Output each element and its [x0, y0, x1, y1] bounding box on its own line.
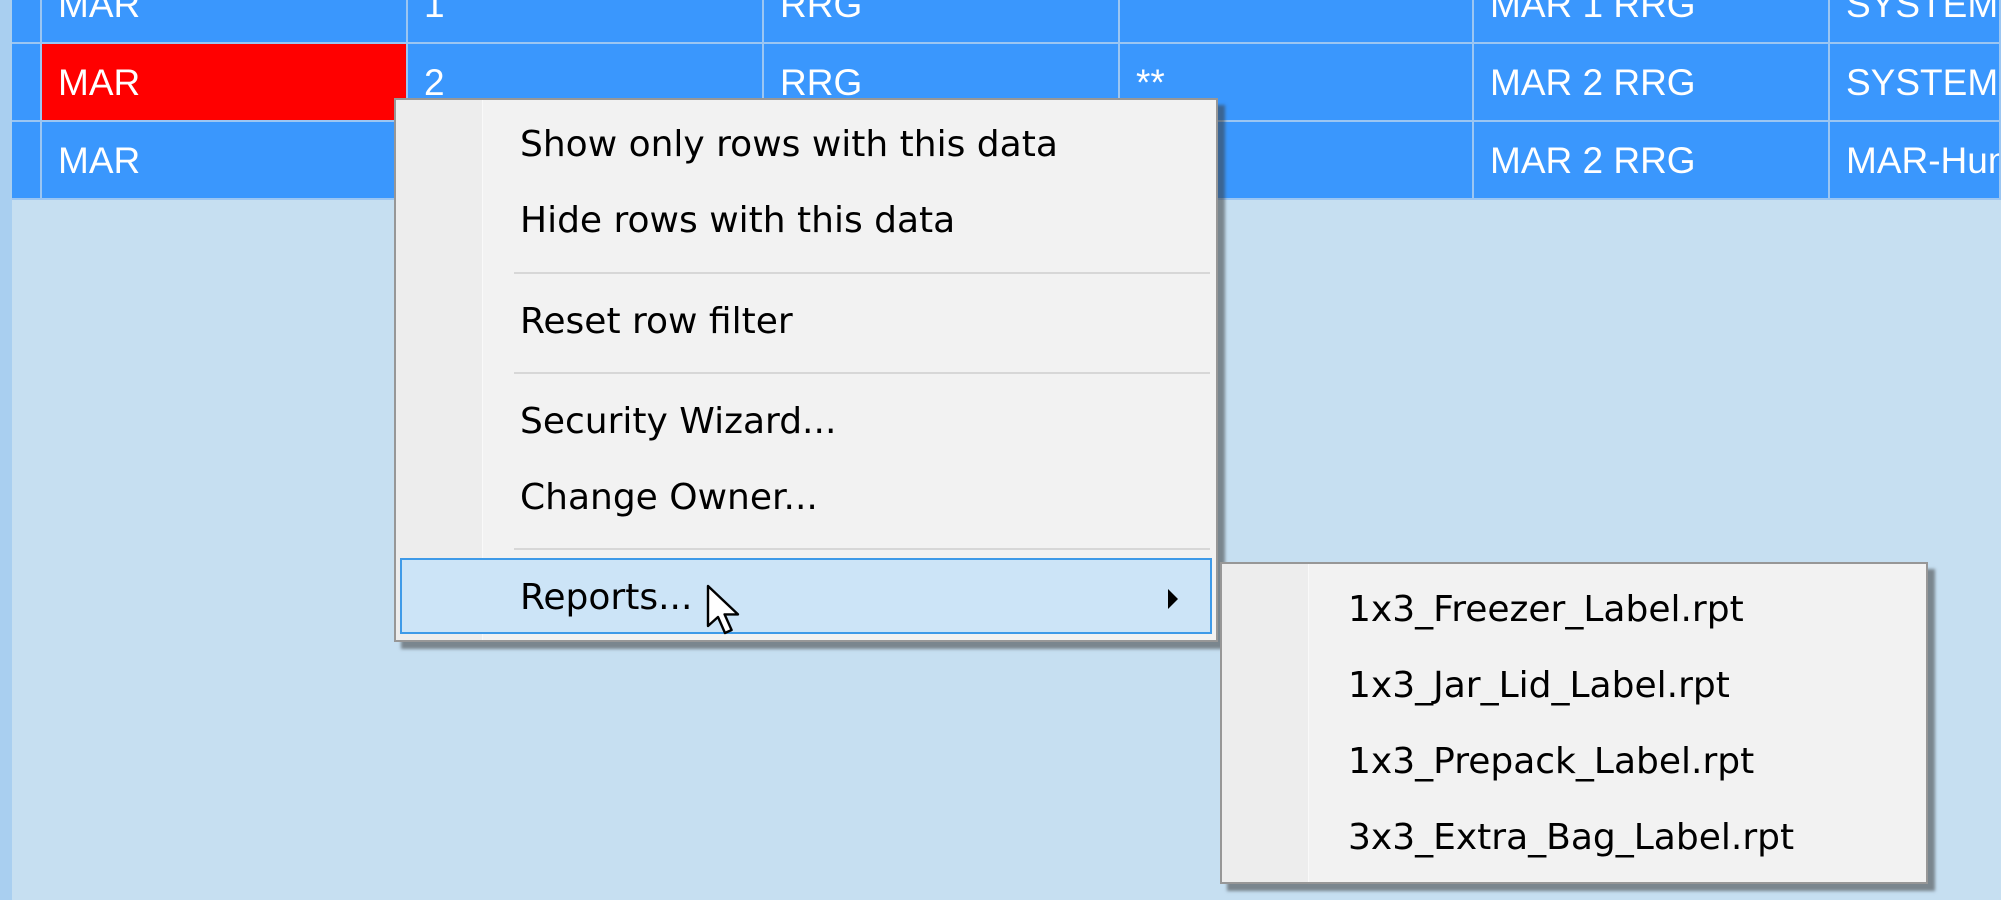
- menu-item-show-only-rows[interactable]: Show only rows with this data: [400, 107, 1212, 183]
- menu-item-label: Show only rows with this data: [520, 124, 1058, 165]
- table-cell[interactable]: MAR 1 RRG: [1474, 0, 1830, 44]
- submenu-arrow-icon: [1168, 589, 1178, 609]
- reports-submenu: 1x3_Freezer_Label.rpt 1x3_Jar_Lid_Label.…: [1220, 562, 1928, 884]
- menu-item-change-owner[interactable]: Change Owner...: [400, 460, 1212, 536]
- table-cell[interactable]: MAR 2 RRG: [1474, 122, 1830, 200]
- mouse-pointer-icon: [706, 584, 746, 644]
- submenu-item-freezer-label[interactable]: 1x3_Freezer_Label.rpt: [1226, 572, 1922, 648]
- submenu-item-label: 1x3_Jar_Lid_Label.rpt: [1348, 665, 1730, 706]
- row-header[interactable]: [12, 122, 42, 200]
- context-menu: Show only rows with this data Hide rows …: [394, 98, 1218, 642]
- table-cell[interactable]: MAR-Hum: [1830, 122, 2001, 200]
- menu-item-label: Hide rows with this data: [520, 200, 956, 241]
- submenu-item-label: 3x3_Extra_Bag_Label.rpt: [1348, 817, 1795, 858]
- table-cell[interactable]: MAR: [42, 122, 408, 200]
- row-header[interactable]: [12, 44, 42, 122]
- table-cell[interactable]: MAR 2 RRG: [1474, 44, 1830, 122]
- submenu-item-label: 1x3_Prepack_Label.rpt: [1348, 741, 1755, 782]
- menu-item-reports[interactable]: Reports...: [400, 558, 1212, 634]
- table-cell[interactable]: SYSTEM: [1830, 44, 2001, 122]
- menu-item-security-wizard[interactable]: Security Wizard...: [400, 384, 1212, 460]
- menu-separator: [514, 548, 1210, 550]
- menu-item-label: Security Wizard...: [520, 401, 837, 442]
- table-cell[interactable]: [1120, 0, 1474, 44]
- menu-item-reset-row-filter[interactable]: Reset row filter: [400, 284, 1212, 360]
- menu-item-hide-rows[interactable]: Hide rows with this data: [400, 183, 1212, 259]
- table-cell-flagged[interactable]: MAR: [42, 44, 408, 122]
- table-cell[interactable]: MAR: [42, 0, 408, 44]
- table-row[interactable]: MAR 1 RRG MAR 1 RRG SYSTEM: [12, 0, 2001, 44]
- menu-item-label: Change Owner...: [520, 477, 818, 518]
- table-cell[interactable]: RRG: [764, 0, 1120, 44]
- table-cell[interactable]: SYSTEM: [1830, 0, 2001, 44]
- submenu-item-label: 1x3_Freezer_Label.rpt: [1348, 589, 1744, 630]
- grid-left-edge: [0, 0, 12, 900]
- menu-item-label: Reports...: [520, 577, 693, 618]
- menu-item-label: Reset row filter: [520, 301, 793, 342]
- row-header[interactable]: [12, 0, 42, 44]
- menu-separator: [514, 272, 1210, 274]
- submenu-item-prepack-label[interactable]: 1x3_Prepack_Label.rpt: [1226, 724, 1922, 800]
- table-cell[interactable]: 1: [408, 0, 764, 44]
- submenu-item-jar-lid-label[interactable]: 1x3_Jar_Lid_Label.rpt: [1226, 648, 1922, 724]
- submenu-item-extra-bag-label[interactable]: 3x3_Extra_Bag_Label.rpt: [1226, 800, 1922, 876]
- menu-separator: [514, 372, 1210, 374]
